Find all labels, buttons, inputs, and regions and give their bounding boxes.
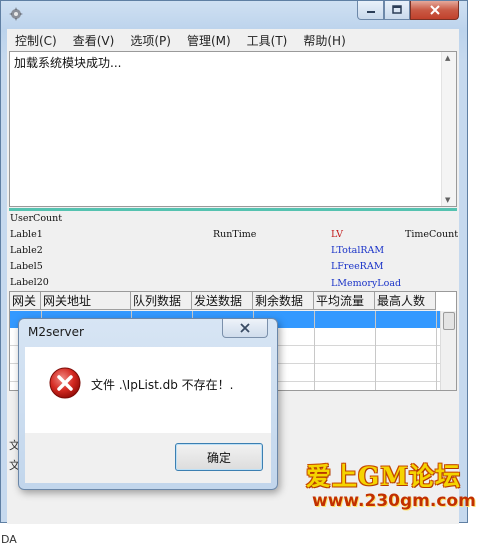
watermark-url: www.230gm.com — [312, 491, 476, 511]
col-gateway[interactable]: 网关 — [10, 292, 41, 310]
scroll-down-icon[interactable]: ▼ — [445, 196, 450, 204]
runtime-label: RunTime — [213, 229, 257, 240]
menu-control[interactable]: 控制(C) — [7, 32, 65, 49]
lable2-label: Lable2 — [10, 245, 43, 256]
total-ram-label: LTotalRAM — [331, 245, 385, 256]
obscured-text: DA — [1, 533, 17, 546]
grid-col-line — [314, 311, 315, 390]
maximize-button[interactable] — [384, 1, 410, 20]
error-icon — [49, 367, 81, 399]
minimize-button[interactable] — [357, 1, 384, 20]
col-gateway-address[interactable]: 网关地址 — [41, 292, 131, 310]
lv-label: LV — [331, 229, 344, 240]
memory-load-label: LMemoryLoad — [331, 278, 402, 289]
dialog-close-button[interactable] — [222, 319, 268, 338]
dialog-footer: 确定 — [25, 433, 271, 483]
log-textarea[interactable]: 加载系统模块成功... ▲ ▼ — [9, 51, 457, 207]
app-icon — [9, 7, 23, 21]
col-max-users[interactable]: 最高人数 — [375, 292, 436, 310]
menu-view[interactable]: 查看(V) — [65, 32, 123, 49]
col-send-data[interactable]: 发送数据 — [192, 292, 253, 310]
title-bar — [1, 1, 467, 27]
dialog-message: 文件 .\IpList.db 不存在！. — [91, 378, 234, 392]
log-scrollbar[interactable]: ▲ ▼ — [441, 52, 456, 206]
close-icon — [240, 323, 250, 333]
grid-scrollbar[interactable] — [440, 311, 456, 390]
ok-button[interactable]: 确定 — [175, 443, 263, 471]
grid-scroll-thumb[interactable] — [443, 312, 455, 330]
scroll-up-icon[interactable]: ▲ — [445, 54, 450, 62]
menu-tools[interactable]: 工具(T) — [239, 32, 296, 49]
log-line: 加载系统模块成功... — [14, 56, 122, 70]
grid-col-line — [375, 311, 376, 390]
watermark: 爱上GM论坛 www.230gm.com — [296, 455, 478, 517]
close-button[interactable] — [410, 1, 459, 20]
menu-help[interactable]: 帮助(H) — [295, 32, 353, 49]
col-avg-traffic[interactable]: 平均流量 — [314, 292, 375, 310]
free-ram-label: LFreeRAM — [331, 261, 384, 272]
lable1-label: Lable1 — [10, 229, 43, 240]
timecount-label: TimeCount — [405, 229, 459, 240]
grid-col-line — [436, 311, 437, 390]
grid-header: 网关 网关地址 队列数据 发送数据 剩余数据 平均流量 最高人数 — [10, 292, 436, 311]
status-panel: UserCount Lable1 RunTime LV TimeCount La… — [7, 211, 459, 289]
label5-label: Label5 — [10, 261, 43, 272]
menu-options[interactable]: 选项(P) — [122, 32, 179, 49]
label20-label: Label20 — [10, 277, 49, 288]
col-remaining-data[interactable]: 剩余数据 — [253, 292, 314, 310]
watermark-title: 爱上GM论坛 — [306, 462, 462, 491]
menu-manage[interactable]: 管理(M) — [179, 32, 239, 49]
col-queue-data[interactable]: 队列数据 — [131, 292, 192, 310]
dialog-body: 文件 .\IpList.db 不存在！. — [25, 347, 271, 433]
maximize-icon — [392, 5, 402, 14]
close-icon — [429, 5, 440, 15]
error-dialog: M2server 文件 .\IpList.db 不存在！. 确定 — [18, 318, 278, 490]
minimize-icon — [366, 11, 375, 13]
dialog-title: M2server — [28, 325, 84, 339]
menu-bar: 控制(C) 查看(V) 选项(P) 管理(M) 工具(T) 帮助(H) — [7, 29, 459, 51]
user-count-label: UserCount — [10, 213, 63, 224]
